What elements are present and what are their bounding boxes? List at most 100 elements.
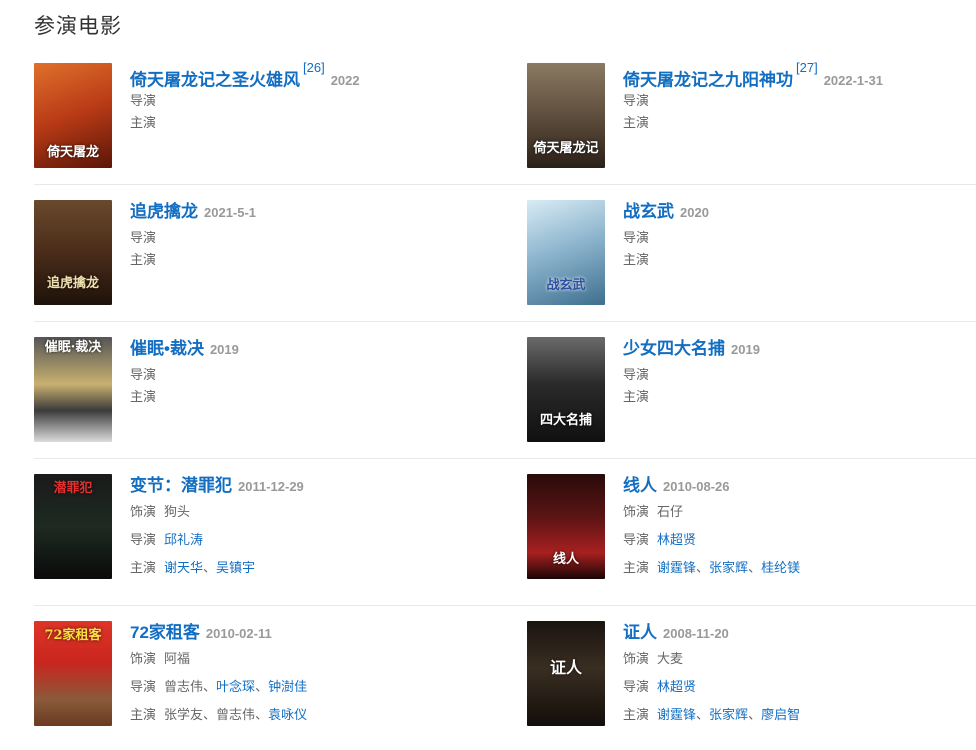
film-card: 证人 证人 2008-11-20 饰演 大麦 导演 林超贤 主演 谢霆锋、张家辉、廖启智 [527, 621, 967, 731]
director-label: 导演 [130, 230, 157, 245]
film-poster[interactable]: 催眠·裁决 [34, 337, 112, 442]
role-name: 阿福 [164, 651, 191, 666]
film-poster[interactable]: 潜罪犯 [34, 474, 112, 579]
actor-name: 曾志伟 [216, 707, 256, 722]
release-date: 2021-5-1 [204, 205, 257, 220]
separator: 、 [696, 707, 710, 722]
poster-text: 倚天屠龙 [46, 145, 99, 160]
actor-label: 主演 [130, 707, 157, 722]
poster-text: 战玄武 [546, 278, 586, 293]
separator: 、 [255, 679, 269, 694]
actor-link[interactable]: 谢霆锋 [657, 707, 696, 722]
poster-text: 潜罪犯 [53, 481, 93, 496]
director-link[interactable]: 叶念琛 [216, 679, 255, 694]
film-title-link[interactable]: 证人 [623, 623, 657, 642]
film-poster[interactable]: 追虎擒龙 [34, 200, 112, 305]
director-label: 导演 [623, 93, 650, 108]
release-date: 2019 [731, 342, 760, 357]
release-date: 2019 [209, 342, 239, 357]
actor-label: 主演 [623, 115, 650, 130]
role-name: 石仔 [657, 504, 684, 519]
row-divider [34, 458, 976, 459]
poster-text: 四大名捕 [539, 413, 592, 428]
actor-link[interactable]: 谢霆锋 [657, 560, 696, 575]
director-link[interactable]: 钟澍佳 [268, 679, 307, 694]
film-card: 倚天屠龙记 倚天屠龙记之九阳神功[27] 2022-1-31 导演 主演 [527, 60, 967, 173]
director-label: 导演 [623, 367, 650, 382]
actor-label: 主演 [130, 560, 157, 575]
actor-label: 主演 [623, 560, 650, 575]
poster-text: 72家租客 [44, 628, 102, 643]
poster-text: 催眠·裁决 [44, 340, 102, 355]
actor-label: 主演 [130, 115, 157, 130]
separator: 、 [203, 707, 217, 722]
release-date: 2022-1-31 [823, 73, 883, 89]
actor-link[interactable]: 袁咏仪 [268, 707, 307, 722]
director-link[interactable]: 林超贤 [657, 679, 696, 694]
director-link[interactable]: 邱礼涛 [164, 532, 203, 547]
film-title-link[interactable]: 少女四大名捕 [623, 339, 725, 358]
actor-link[interactable]: 张家辉 [709, 560, 748, 575]
separator: 、 [748, 560, 762, 575]
release-date: 2011-12-29 [238, 479, 304, 494]
director-label: 导演 [130, 532, 157, 547]
film-poster[interactable]: 四大名捕 [527, 337, 605, 442]
director-label: 导演 [623, 230, 650, 245]
film-card: 追虎擒龙 追虎擒龙 2021-5-1 导演 主演 [34, 200, 474, 310]
actor-link[interactable]: 廖启智 [761, 707, 800, 722]
release-date: 2020 [680, 205, 709, 220]
role-label: 饰演 [623, 504, 650, 519]
actor-label: 主演 [130, 389, 157, 404]
film-card: 潜罪犯 变节：潜罪犯 2011-12-29 饰演 狗头 导演 邱礼涛 主演 谢天华、吴镇… [34, 474, 474, 584]
film-card: 战玄武 战玄武 2020 导演 主演 [527, 200, 967, 310]
film-title-link[interactable]: 线人 [623, 476, 657, 495]
film-card: 倚天屠龙 倚天屠龙记之圣火雄风[26] 2022 导演 主演 [34, 60, 474, 173]
film-poster[interactable]: 倚天屠龙 [34, 63, 112, 168]
film-poster[interactable]: 证人 [527, 621, 605, 726]
actor-link[interactable]: 张家辉 [709, 707, 748, 722]
actor-label: 主演 [623, 389, 650, 404]
section-title: 参演电影 [34, 15, 122, 38]
actor-link[interactable]: 谢天华 [164, 560, 203, 575]
poster-text: 倚天屠龙记 [533, 141, 599, 156]
director-label: 导演 [130, 93, 157, 108]
release-date: 2010-02-11 [205, 626, 272, 641]
role-name: 狗头 [164, 504, 191, 519]
release-date: 2010-08-26 [663, 479, 730, 494]
citation-link[interactable]: [27] [796, 60, 818, 75]
director-name: 曾志伟 [164, 679, 204, 694]
film-poster[interactable]: 倚天屠龙记 [527, 63, 605, 168]
poster-text: 线人 [552, 552, 579, 567]
film-title-link[interactable]: 72家租客 [130, 623, 200, 642]
separator: 、 [255, 707, 269, 722]
film-title-link[interactable]: 变节：潜罪犯 [130, 476, 232, 495]
director-link[interactable]: 林超贤 [657, 532, 696, 547]
director-label: 导演 [623, 532, 650, 547]
film-poster[interactable]: 72家租客 [34, 621, 112, 726]
film-poster[interactable]: 战玄武 [527, 200, 605, 305]
role-name: 大麦 [657, 651, 684, 666]
actor-link[interactable]: 吴镇宇 [216, 560, 255, 575]
citation-link[interactable]: [26] [303, 60, 325, 75]
actor-link[interactable]: 桂纶镁 [761, 560, 800, 575]
separator: 、 [748, 707, 762, 722]
role-label: 饰演 [623, 651, 650, 666]
director-label: 导演 [130, 367, 157, 382]
film-title-link[interactable]: 战玄武 [623, 202, 674, 221]
film-title-link[interactable]: 倚天屠龙记之九阳神功 [623, 70, 793, 89]
poster-text: 证人 [549, 658, 582, 677]
separator: 、 [696, 560, 710, 575]
director-label: 导演 [623, 679, 650, 694]
row-divider [34, 184, 976, 185]
actor-label: 主演 [130, 252, 157, 267]
release-date: 2022 [330, 73, 360, 89]
film-title-link[interactable]: 追虎擒龙 [130, 202, 198, 221]
poster-text: 追虎擒龙 [46, 276, 99, 291]
role-label: 饰演 [130, 651, 157, 666]
film-title-link[interactable]: 催眠•裁决 [130, 339, 204, 358]
director-label: 导演 [130, 679, 157, 694]
separator: 、 [203, 560, 217, 575]
film-card: 72家租客 72家租客 2010-02-11 饰演 阿福 导演 曾志伟、叶念琛、钟澍佳… [34, 621, 474, 731]
film-title-link[interactable]: 倚天屠龙记之圣火雄风 [130, 70, 300, 89]
film-poster[interactable]: 线人 [527, 474, 605, 579]
